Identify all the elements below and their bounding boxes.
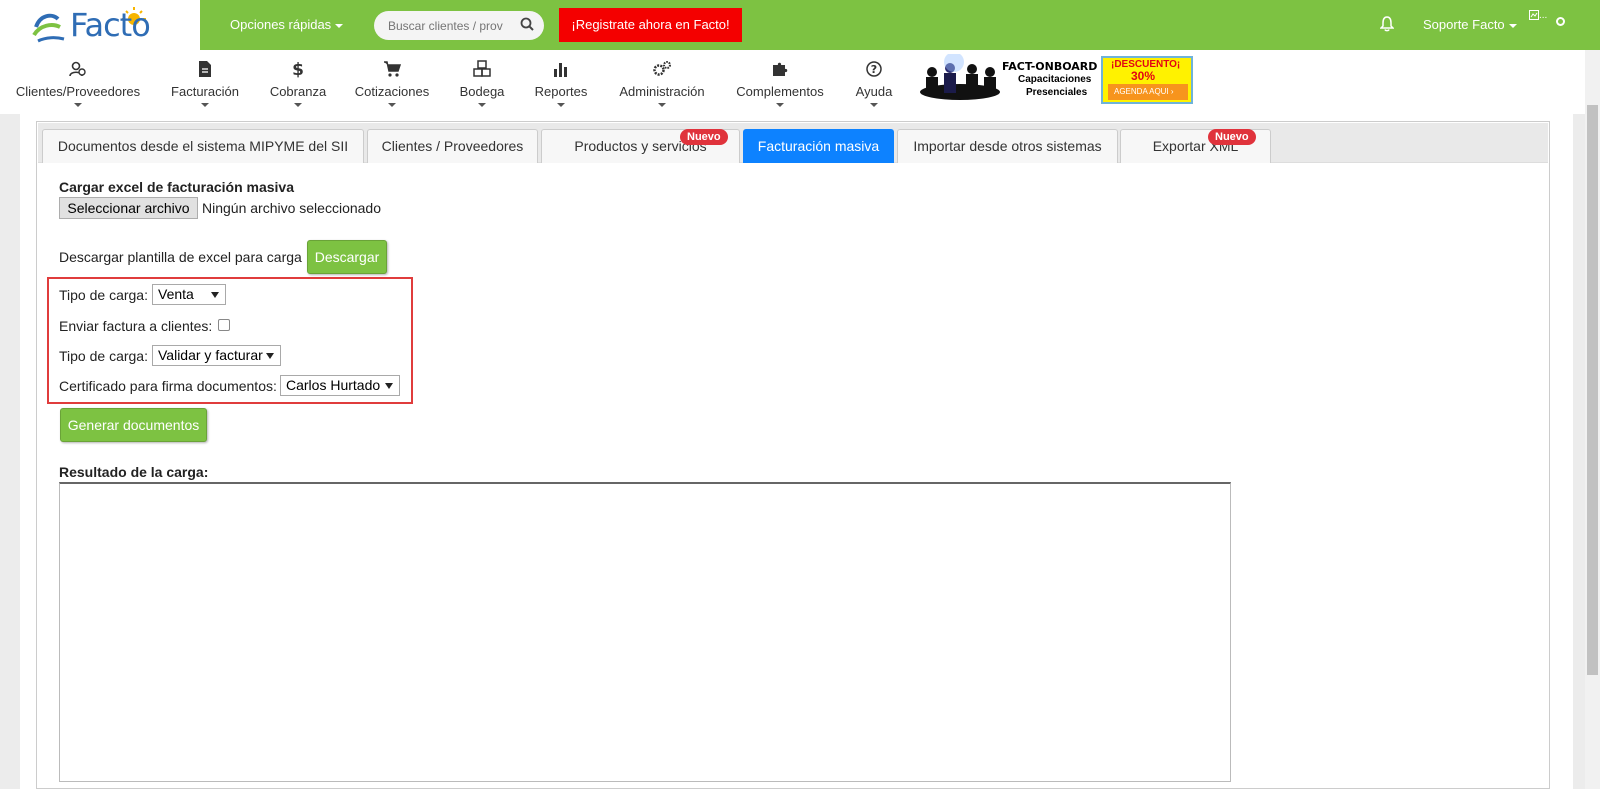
- nav-label: Administración: [619, 84, 705, 99]
- new-badge: Nuevo: [1208, 129, 1256, 145]
- logo[interactable]: Facto: [0, 0, 200, 50]
- select-file-button[interactable]: Seleccionar archivo: [59, 197, 198, 219]
- nav-label: Ayuda: [855, 84, 893, 99]
- dropdown-arrow-icon: [385, 383, 393, 389]
- template-label: Descargar plantilla de excel para carga: [59, 249, 302, 265]
- load-type-2-label: Tipo de carga:: [59, 348, 148, 364]
- nav-administracion[interactable]: Administración: [614, 60, 710, 107]
- certificate-select[interactable]: Carlos Hurtado: [280, 375, 400, 396]
- nav-clientes-proveedores[interactable]: Clientes/Proveedores: [14, 60, 142, 107]
- online-status-icon: [1556, 17, 1565, 26]
- nav-label: Complementos: [736, 84, 824, 99]
- scrollbar-thumb[interactable]: [1587, 105, 1598, 675]
- agenda-label: AGENDA AQUI: [1114, 87, 1169, 96]
- user-name: Soporte Facto: [1423, 17, 1505, 32]
- chevron-down-icon: [294, 103, 302, 107]
- banner-title: FACT-ONBOARD: [1002, 60, 1098, 73]
- broken-image-icon: [1529, 10, 1539, 20]
- generate-documents-button[interactable]: Generar documentos: [60, 408, 207, 442]
- load-type-label: Tipo de carga:: [59, 287, 148, 303]
- banner-line-3: Presenciales: [1026, 87, 1088, 98]
- load-type-value: Venta: [158, 286, 194, 302]
- certificate-label: Certificado para firma documentos:: [59, 378, 277, 394]
- chevron-down-icon: [201, 103, 209, 107]
- tab-documentos-mipyme[interactable]: Documentos desde el sistema MIPYME del S…: [42, 129, 364, 163]
- new-badge: Nuevo: [680, 129, 728, 145]
- avatar-alt-text: ...: [1539, 10, 1548, 21]
- nav-label: Reportes: [534, 84, 588, 99]
- certificate-value: Carlos Hurtado: [286, 377, 381, 393]
- onboarding-banner[interactable]: FACT-ONBOARD Capacitaciones Presenciales…: [914, 54, 1194, 106]
- download-button[interactable]: Descargar: [307, 240, 387, 274]
- result-textarea[interactable]: [59, 482, 1231, 782]
- search-icon[interactable]: [520, 17, 534, 31]
- file-status: Ningún archivo seleccionado: [202, 200, 381, 216]
- result-label: Resultado de la carga:: [59, 464, 209, 480]
- agenda-button[interactable]: AGENDA AQUI ›: [1108, 84, 1188, 100]
- search-input[interactable]: [388, 16, 503, 36]
- question-icon: ?: [866, 61, 882, 77]
- chevron-down-icon: [1508, 23, 1517, 28]
- dropdown-arrow-icon: [266, 353, 274, 359]
- quick-options-label: Opciones rápidas: [230, 17, 332, 32]
- load-mode-value: Validar y facturar: [158, 347, 263, 363]
- chevron-down-icon: [870, 103, 878, 107]
- nav-complementos[interactable]: Complementos: [734, 60, 826, 107]
- top-bar: Facto Opciones rápidas ¡Registrate ahora…: [0, 0, 1600, 50]
- nav-cotizaciones[interactable]: Cotizaciones: [352, 60, 432, 107]
- chevron-right-icon: ›: [1170, 87, 1174, 96]
- chevron-down-icon: [74, 103, 82, 107]
- nav-label: Facturación: [171, 84, 239, 99]
- tab-clientes-proveedores[interactable]: Clientes / Proveedores: [367, 129, 538, 163]
- register-button[interactable]: ¡Registrate ahora en Facto!: [559, 8, 742, 42]
- boxes-icon: [473, 60, 491, 77]
- main-nav: Clientes/Proveedores Facturación $ Cobra…: [0, 50, 1600, 114]
- nav-cobranza[interactable]: $ Cobranza: [268, 60, 328, 107]
- chevron-down-icon: [776, 103, 784, 107]
- chevron-down-icon: [388, 103, 396, 107]
- tab-facturacion-masiva[interactable]: Facturación masiva: [743, 129, 894, 163]
- page-scrollbar[interactable]: [1585, 50, 1600, 789]
- upload-title: Cargar excel de facturación masiva: [59, 179, 295, 195]
- cart-icon: [384, 61, 401, 77]
- load-type-select[interactable]: Venta: [152, 284, 226, 305]
- nav-reportes[interactable]: Reportes: [532, 60, 590, 107]
- chevron-down-icon: [557, 103, 565, 107]
- nav-bodega[interactable]: Bodega: [456, 60, 508, 107]
- nav-ayuda[interactable]: ? Ayuda: [852, 60, 896, 107]
- load-mode-select[interactable]: Validar y facturar: [152, 345, 281, 366]
- dollar-icon: $: [292, 60, 304, 78]
- quick-options-menu[interactable]: Opciones rápidas: [230, 17, 344, 32]
- svg-text:$: $: [292, 60, 304, 78]
- search-box: [374, 11, 544, 40]
- avatar[interactable]: ...: [1529, 10, 1555, 28]
- bar-chart-icon: [554, 63, 567, 77]
- clients-icon: [69, 61, 86, 77]
- svg-text:?: ?: [871, 63, 877, 76]
- send-invoice-label: Enviar factura a clientes:: [59, 318, 213, 334]
- nav-label: Cotizaciones: [354, 84, 430, 99]
- tab-importar-otros-sistemas[interactable]: Importar desde otros sistemas: [897, 129, 1118, 163]
- nav-label: Bodega: [459, 84, 505, 99]
- nav-facturacion[interactable]: Facturación: [166, 60, 244, 107]
- user-menu[interactable]: Soporte Facto: [1423, 17, 1517, 32]
- discount-box[interactable]: ¡DESCUENTO¡ 30% AGENDA AQUI ›: [1101, 56, 1193, 104]
- document-icon: [199, 61, 211, 77]
- banner-line-2: Capacitaciones: [1018, 74, 1092, 85]
- gears-icon: [653, 61, 671, 76]
- send-invoice-checkbox[interactable]: [218, 319, 230, 331]
- chevron-down-icon: [335, 23, 344, 28]
- nav-label: Cobranza: [269, 84, 327, 99]
- discount-value: 30%: [1131, 69, 1156, 83]
- nav-label: Clientes/Proveedores: [15, 84, 141, 99]
- bell-icon[interactable]: [1380, 16, 1394, 32]
- logo-text: Facto: [70, 6, 151, 44]
- puzzle-icon: [773, 62, 788, 76]
- dropdown-arrow-icon: [211, 292, 219, 298]
- chevron-down-icon: [478, 103, 486, 107]
- chevron-down-icon: [658, 103, 666, 107]
